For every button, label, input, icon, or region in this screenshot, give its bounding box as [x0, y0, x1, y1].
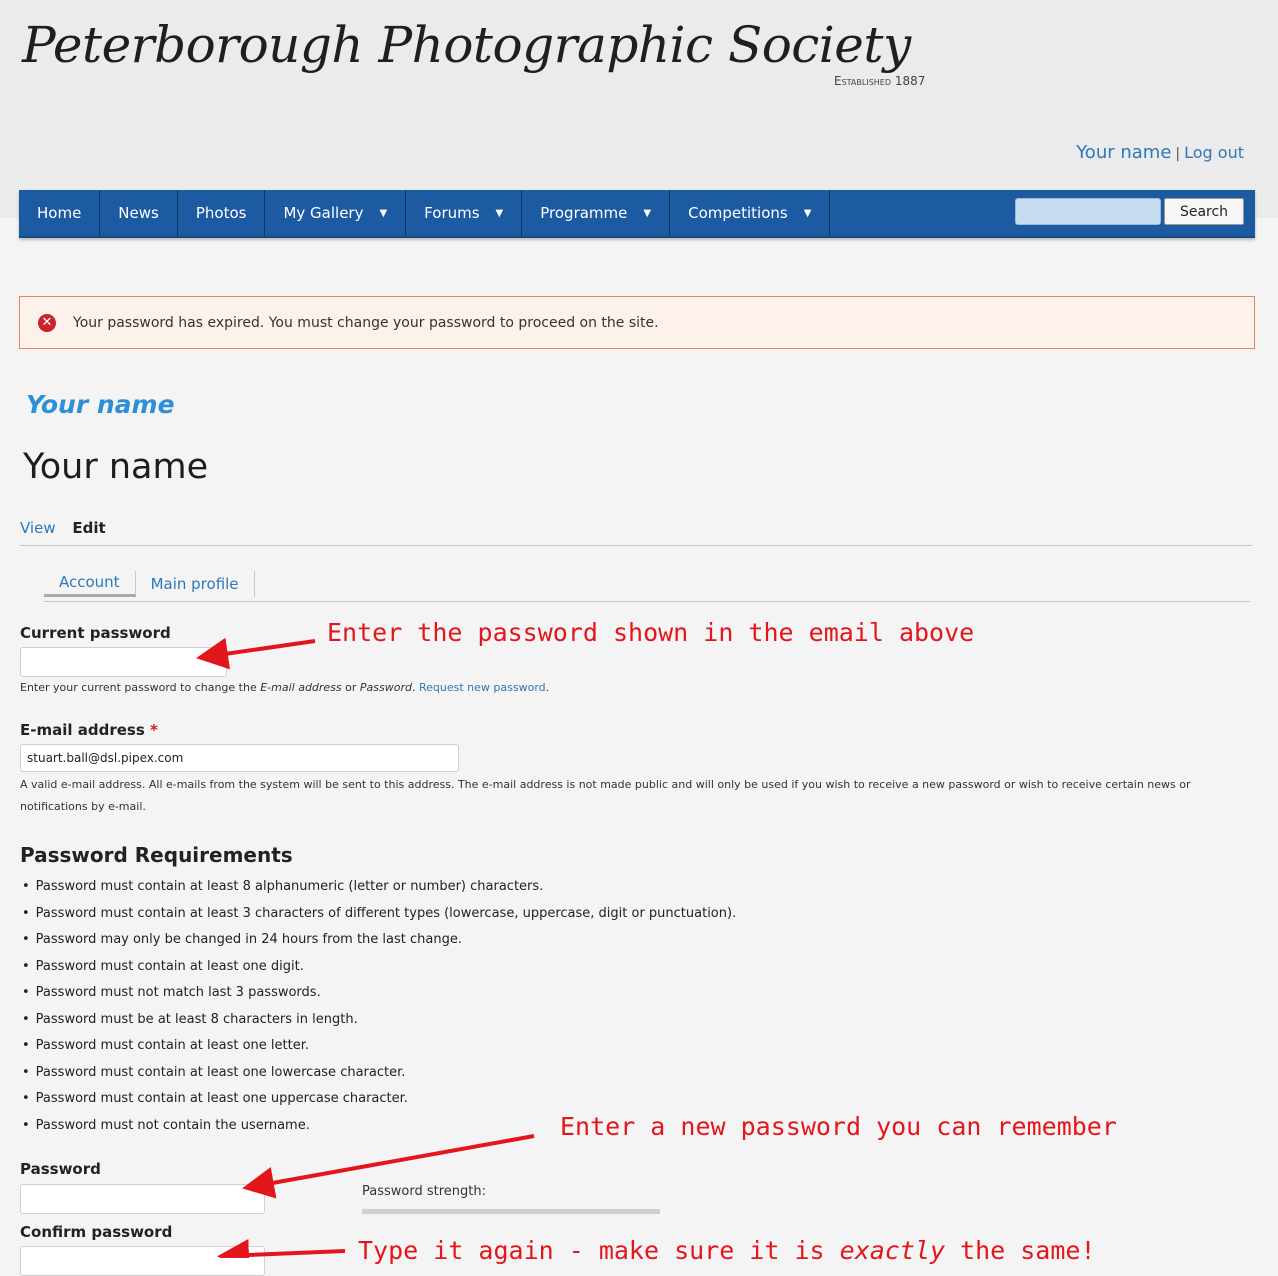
email-description: A valid e-mail address. All e-mails from… — [20, 778, 1191, 813]
subtab-account[interactable]: Account — [44, 570, 136, 597]
password-requirements-list: Password must contain at least 8 alphanu… — [22, 876, 737, 1141]
email-input[interactable]: stuart.ball@dsl.pipex.com — [20, 744, 459, 772]
site-header: Peterborough Photographic Society Establ… — [0, 0, 1278, 218]
tab-edit[interactable]: Edit — [72, 519, 105, 537]
nav-item-label: Forums — [424, 204, 480, 222]
password-strength-bar — [362, 1209, 660, 1214]
main-navbar: Home News Photos My Gallery ▼ Forums ▼ Pro… — [19, 190, 1255, 238]
nav-item-home[interactable]: Home — [19, 190, 101, 236]
user-links: Your name | Log out — [1076, 142, 1244, 163]
nav-item-label: Programme — [540, 204, 628, 222]
confirm-password-input[interactable] — [20, 1246, 265, 1276]
password-input[interactable] — [20, 1184, 265, 1214]
annotation-new-password: Enter a new password you can remember — [560, 1112, 1117, 1141]
breadcrumb-title[interactable]: Your name — [26, 390, 175, 419]
nav-item-my-gallery[interactable]: My Gallery ▼ — [265, 190, 407, 236]
site-name[interactable]: Peterborough Photographic Society — [22, 16, 911, 74]
subtab-main-profile[interactable]: Main profile — [136, 570, 255, 597]
nav-item-news[interactable]: News — [100, 190, 178, 236]
caret-down-icon: ▼ — [643, 207, 652, 219]
secondary-tabs: Account Main profile — [44, 566, 1250, 602]
email-label-text: E-mail address — [20, 721, 145, 739]
list-item: Password must contain at least one lette… — [22, 1035, 736, 1062]
annotation-confirm-password: Type it again - make sure it is exactly … — [358, 1236, 1096, 1265]
annotation-emphasis: exactly — [839, 1236, 945, 1265]
page-title: Your name — [23, 447, 209, 487]
current-password-input[interactable] — [20, 647, 227, 677]
email-label: E-mail address * — [20, 721, 158, 739]
site-tagline: Established 1887 — [834, 74, 926, 88]
caret-down-icon: ▼ — [379, 207, 388, 219]
search-input[interactable] — [1015, 198, 1161, 225]
annotation-text: Type it again - make sure it is — [358, 1236, 840, 1265]
description-text: . — [545, 681, 550, 694]
list-item: Password must contain at least 8 alphanu… — [22, 876, 736, 903]
user-links-separator: | — [1175, 146, 1181, 162]
logout-link[interactable]: Log out — [1184, 143, 1244, 162]
list-item: Password must contain at least 3 charact… — [22, 903, 737, 930]
current-password-label: Current password — [20, 624, 171, 642]
password-strength-label: Password strength: — [362, 1184, 486, 1199]
nav-item-label: My Gallery — [283, 204, 364, 222]
password-label: Password — [20, 1160, 101, 1178]
nav-item-label: News — [118, 204, 159, 222]
error-icon: ✕ — [38, 313, 56, 332]
username-link[interactable]: Your name — [1076, 142, 1171, 163]
nav-item-label: Home — [37, 204, 82, 222]
arrow-to-password — [242, 1134, 535, 1199]
error-message-text: Your password has expired. You must chan… — [73, 314, 659, 331]
nav-item-label: Photos — [195, 204, 247, 222]
list-item: Password may only be changed in 24 hours… — [22, 929, 736, 956]
required-mark: * — [150, 721, 158, 739]
caret-down-icon: ▼ — [495, 207, 504, 219]
description-emphasis: E-mail address — [260, 681, 342, 694]
annotation-current-password: Enter the password shown in the email ab… — [327, 618, 975, 647]
nav-item-programme[interactable]: Programme ▼ — [522, 190, 671, 236]
password-requirements-title: Password Requirements — [20, 843, 293, 867]
primary-tabs: View Edit — [20, 519, 1252, 546]
list-item: Password must not match last 3 passwords… — [22, 982, 736, 1009]
description-text: or — [341, 681, 360, 694]
nav-item-forums[interactable]: Forums ▼ — [406, 190, 523, 236]
tab-view[interactable]: View — [20, 519, 56, 537]
request-new-password-link[interactable]: Request new password — [419, 681, 546, 694]
annotation-text: the same! — [945, 1236, 1096, 1265]
current-password-description: Enter your current password to change th… — [20, 677, 549, 699]
nav-item-label: Competitions — [688, 204, 788, 222]
description-text: . — [412, 681, 419, 694]
error-message: ✕ Your password has expired. You must ch… — [19, 296, 1255, 349]
list-item: Password must be at least 8 characters i… — [22, 1009, 736, 1036]
caret-down-icon: ▼ — [803, 207, 812, 219]
confirm-password-label: Confirm password — [20, 1223, 173, 1241]
nav-item-photos[interactable]: Photos — [178, 190, 266, 236]
nav-item-competitions[interactable]: Competitions ▼ — [670, 190, 831, 236]
list-item: Password must contain at least one digit… — [22, 956, 736, 983]
search-button[interactable]: Search — [1164, 198, 1244, 225]
description-text: Enter your current password to change th… — [20, 681, 261, 694]
list-item: Password must contain at least one upper… — [22, 1088, 736, 1115]
description-emphasis: Password — [359, 681, 412, 694]
list-item: Password must contain at least one lower… — [22, 1062, 736, 1089]
